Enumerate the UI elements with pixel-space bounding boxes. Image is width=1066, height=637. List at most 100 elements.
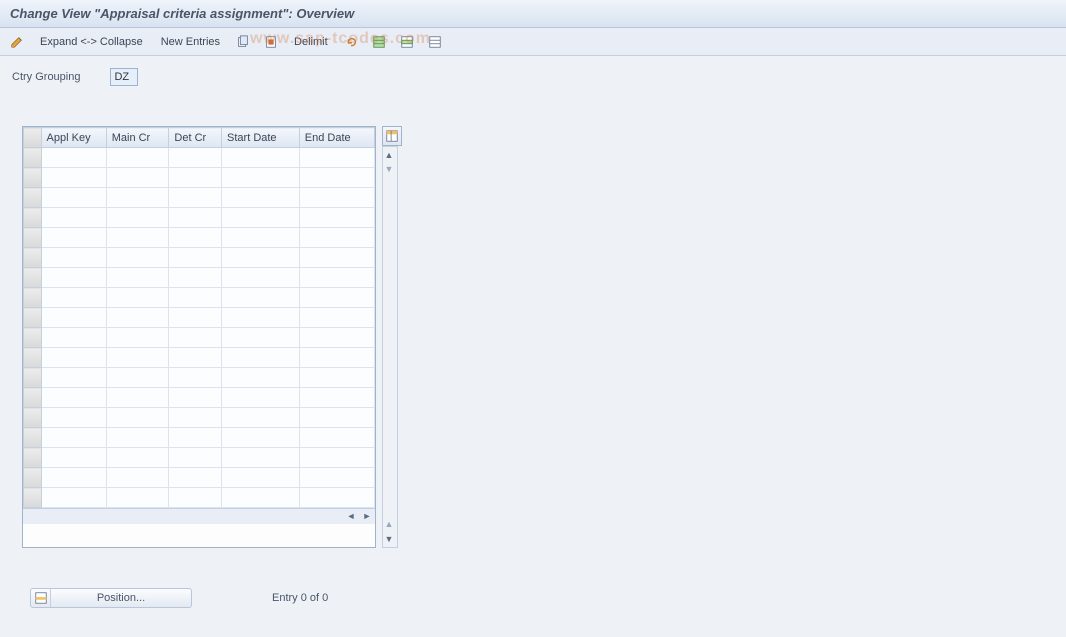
table-row[interactable] [24,408,375,428]
cell[interactable] [169,228,222,248]
row-selector[interactable] [24,268,42,288]
cell[interactable] [299,308,374,328]
scroll-up-alt-icon[interactable]: ▲ [383,519,395,531]
cell[interactable] [41,168,106,188]
cell[interactable] [169,248,222,268]
cell[interactable] [41,208,106,228]
cell[interactable] [222,448,300,468]
cell[interactable] [222,328,300,348]
cell[interactable] [106,308,169,328]
row-selector[interactable] [24,308,42,328]
cell[interactable] [41,428,106,448]
row-selector[interactable] [24,288,42,308]
row-selector[interactable] [24,428,42,448]
cell[interactable] [222,468,300,488]
cell[interactable] [299,488,374,508]
row-selector[interactable] [24,448,42,468]
table-row[interactable] [24,208,375,228]
cell[interactable] [106,348,169,368]
row-selector[interactable] [24,228,42,248]
cell[interactable] [41,448,106,468]
cell[interactable] [222,368,300,388]
deselect-all-icon[interactable] [426,33,444,51]
cell[interactable] [169,368,222,388]
cell[interactable] [169,168,222,188]
cell[interactable] [106,328,169,348]
cell[interactable] [169,428,222,448]
row-selector[interactable] [24,408,42,428]
ctry-grouping-input[interactable] [110,68,138,86]
cell[interactable] [222,228,300,248]
cell[interactable] [106,488,169,508]
cell[interactable] [222,408,300,428]
table-row[interactable] [24,248,375,268]
table-row[interactable] [24,148,375,168]
cell[interactable] [106,368,169,388]
cell[interactable] [106,228,169,248]
cell[interactable] [41,488,106,508]
table-row[interactable] [24,488,375,508]
cell[interactable] [222,288,300,308]
cell[interactable] [222,188,300,208]
cell[interactable] [299,348,374,368]
scroll-left-icon[interactable]: ◄ [345,511,357,523]
cell[interactable] [106,388,169,408]
row-selector[interactable] [24,348,42,368]
cell[interactable] [41,268,106,288]
cell[interactable] [41,288,106,308]
table-row[interactable] [24,388,375,408]
cell[interactable] [169,348,222,368]
data-grid[interactable]: Appl KeyMain CrDet CrStart DateEnd Date … [22,126,376,548]
cell[interactable] [222,268,300,288]
column-header[interactable]: Main Cr [106,128,169,148]
cell[interactable] [106,448,169,468]
delimit-button[interactable]: Delimit [290,34,332,50]
position-button[interactable]: Position... [30,588,192,608]
cell[interactable] [299,148,374,168]
copy-icon[interactable] [234,33,252,51]
cell[interactable] [106,468,169,488]
row-selector[interactable] [24,208,42,228]
table-row[interactable] [24,268,375,288]
cell[interactable] [169,388,222,408]
cell[interactable] [106,288,169,308]
row-selector[interactable] [24,148,42,168]
table-row[interactable] [24,468,375,488]
cell[interactable] [106,268,169,288]
cell[interactable] [106,208,169,228]
scroll-up-icon[interactable]: ▲ [383,150,395,162]
cell[interactable] [299,408,374,428]
row-selector[interactable] [24,488,42,508]
cell[interactable] [169,488,222,508]
cell[interactable] [41,328,106,348]
vertical-scroll[interactable]: ▲ ▼ ▲ ▼ [382,146,398,548]
cell[interactable] [299,168,374,188]
column-header[interactable]: Det Cr [169,128,222,148]
cell[interactable] [106,168,169,188]
cell[interactable] [169,408,222,428]
row-selector[interactable] [24,368,42,388]
cell[interactable] [41,188,106,208]
cell[interactable] [41,388,106,408]
row-selector[interactable] [24,188,42,208]
cell[interactable] [106,188,169,208]
scroll-down-alt-icon[interactable]: ▼ [383,164,395,176]
cell[interactable] [106,408,169,428]
cell[interactable] [169,148,222,168]
cell[interactable] [299,228,374,248]
cell[interactable] [222,388,300,408]
scroll-down-icon[interactable]: ▼ [383,533,395,545]
row-selector[interactable] [24,248,42,268]
cell[interactable] [222,308,300,328]
cell[interactable] [41,348,106,368]
table-row[interactable] [24,428,375,448]
table-settings-icon[interactable] [382,126,402,146]
table-row[interactable] [24,448,375,468]
cell[interactable] [169,208,222,228]
cell[interactable] [222,488,300,508]
table-row[interactable] [24,328,375,348]
cell[interactable] [41,468,106,488]
table-row[interactable] [24,288,375,308]
column-header[interactable]: End Date [299,128,374,148]
select-block-icon[interactable] [398,33,416,51]
